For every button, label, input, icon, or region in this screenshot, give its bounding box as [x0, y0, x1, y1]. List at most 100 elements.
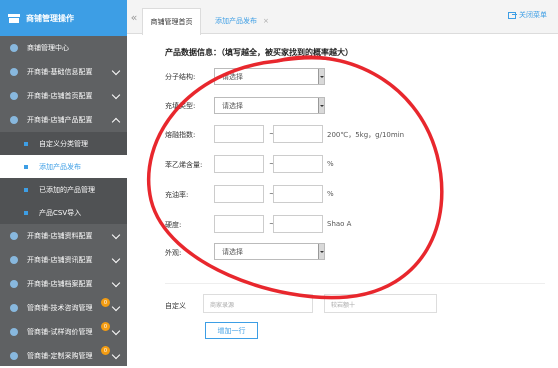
unit-label: Shao A [327, 220, 352, 228]
field-label-appearance: 外观: [165, 249, 182, 257]
add-row-button[interactable]: 增加一行 [205, 322, 258, 339]
sidebar-subitem-label: 已添加的产品管理 [39, 185, 95, 194]
sidebar-item-label: 开商铺-店铺档案配置 [27, 280, 93, 288]
custom-attribute-label: 自定义 [165, 302, 186, 310]
tab-shop-home[interactable]: 商铺管理首页 [142, 8, 201, 35]
chevron-down-icon [111, 350, 121, 360]
sidebar-item-label: 管商铺-试样询价管理 [27, 328, 93, 336]
sidebar-item-label: 商铺管理中心 [27, 44, 69, 52]
sidebar-item-label: 开商铺-店铺资料配置 [27, 232, 93, 240]
sidebar-header: 商铺管理操作 [0, 0, 127, 36]
menu-dot-icon [10, 44, 18, 52]
count-badge: 0 [101, 346, 110, 355]
sidebar-subitem-csv-import[interactable]: 产品CSV导入 [0, 201, 127, 224]
chevron-down-icon [111, 66, 121, 76]
sidebar-subitem-label: 产品CSV导入 [39, 208, 82, 217]
store-icon [8, 13, 20, 23]
chevron-down-icon [111, 302, 121, 312]
hardness-max-input[interactable] [273, 215, 323, 233]
sidebar-item-profile-config[interactable]: 开商铺-店铺资料配置 [0, 224, 127, 248]
sidebar-item-tech-consult[interactable]: 管商铺-技术咨询管理 0 [0, 296, 127, 320]
sidebar-item-label: 开商铺-店铺首页配置 [27, 92, 93, 100]
chevron-down-icon [111, 278, 121, 288]
chevron-down-icon [111, 326, 121, 336]
bullet-icon [24, 141, 28, 146]
bullet-icon [24, 164, 28, 169]
sidebar-title: 商铺管理操作 [26, 13, 74, 23]
custom-value-input[interactable]: 较岩额十 [324, 294, 437, 313]
sidebar-item-archive-config[interactable]: 开商铺-店铺档案配置 [0, 272, 127, 296]
sidebar-item-label: 开商铺-店铺资讯配置 [27, 256, 93, 264]
chevron-down-icon [111, 90, 121, 100]
menu-dot-icon [10, 256, 18, 264]
menu-dot-icon [10, 92, 18, 100]
sidebar-subitem-product-manage[interactable]: 已添加的产品管理 [0, 178, 127, 201]
unit-label: 200℃，5kg，g/10min [327, 131, 405, 139]
tab-add-product[interactable]: 添加产品发布 × [207, 8, 269, 34]
exit-icon [508, 11, 517, 19]
field-label-oil-rate: 充油率: [165, 191, 189, 199]
menu-dot-icon [10, 304, 18, 312]
sidebar-item-product-config[interactable]: 开商铺-店铺产品配置 [0, 108, 127, 132]
select-value: 请选择 [222, 101, 243, 110]
menu-dot-icon [10, 328, 18, 336]
sidebar-item-news-config[interactable]: 开商铺-店铺资讯配置 [0, 248, 127, 272]
dropdown-arrow-icon [318, 244, 324, 259]
count-badge: 0 [101, 298, 110, 307]
select-value: 请选择 [222, 72, 243, 81]
styrene-min-input[interactable] [214, 155, 264, 173]
field-label-hardness: 硬度: [165, 221, 182, 229]
melt-index-min-input[interactable] [214, 125, 264, 143]
divider [165, 283, 545, 284]
tab-label: 添加产品发布 [215, 17, 257, 25]
close-icon[interactable]: × [263, 17, 269, 25]
bullet-icon [24, 187, 28, 192]
field-label-molecular-structure: 分子结构: [165, 73, 196, 81]
sidebar-item-label: 管商铺-定制采购管理 [27, 352, 93, 360]
menu-dot-icon [10, 232, 18, 240]
oil-rate-min-input[interactable] [214, 185, 264, 203]
tab-bar: « 商铺管理首页 添加产品发布 × 关闭菜单 [127, 0, 558, 35]
main-content: 产品数据信息：（填写越全，被买家找到的概率越大） 分子结构: 请选择 充填类型:… [127, 35, 558, 366]
section-title: 产品数据信息：（填写越全，被买家找到的概率越大） [165, 48, 353, 57]
hardness-min-input[interactable] [214, 215, 264, 233]
sidebar-item-sample-inquiry[interactable]: 管商铺-试样询价管理 0 [0, 320, 127, 344]
chevron-down-icon [111, 254, 121, 264]
sidebar-item-label: 开商铺-基础信息配置 [27, 68, 93, 76]
dropdown-arrow-icon [318, 98, 324, 113]
close-menu-button[interactable]: 关闭菜单 [508, 10, 558, 20]
field-label-melt-index: 熔融指数: [165, 131, 196, 139]
menu-dot-icon [10, 352, 18, 360]
sidebar-subitem-custom-category[interactable]: 自定义分类管理 [0, 132, 127, 155]
sidebar-item-label: 管商铺-技术咨询管理 [27, 304, 93, 312]
sidebar-subitem-add-product[interactable]: 添加产品发布 [0, 155, 127, 178]
field-label-styrene-content: 苯乙烯含量: [165, 161, 203, 169]
close-menu-label: 关闭菜单 [519, 11, 547, 19]
menu-dot-icon [10, 280, 18, 288]
tab-label: 商铺管理首页 [150, 18, 193, 26]
appearance-select[interactable]: 请选择 [214, 243, 325, 260]
sidebar-item-custom-purchase[interactable]: 管商铺-定制采购管理 0 [0, 344, 127, 368]
sidebar-subitem-label: 自定义分类管理 [39, 139, 88, 148]
sidebar-item-basic-info[interactable]: 开商铺-基础信息配置 [0, 60, 127, 84]
field-label-filler-type: 充填类型: [165, 102, 196, 110]
custom-name-input[interactable]: 商家录源 [203, 294, 313, 313]
unit-label: % [327, 190, 334, 198]
select-value: 请选择 [222, 247, 243, 256]
styrene-max-input[interactable] [273, 155, 323, 173]
chevron-up-icon [111, 117, 121, 127]
sidebar: 商铺管理操作 商铺管理中心 开商铺-基础信息配置 开商铺-店铺首页配置 开商铺-… [0, 0, 127, 366]
unit-label: % [327, 160, 334, 168]
menu-dot-icon [10, 116, 18, 124]
collapse-sidebar-icon[interactable]: « [127, 0, 141, 34]
melt-index-max-input[interactable] [273, 125, 323, 143]
chevron-down-icon [111, 230, 121, 240]
sidebar-item-shop-center[interactable]: 商铺管理中心 [0, 36, 127, 60]
oil-rate-max-input[interactable] [273, 185, 323, 203]
sidebar-subitem-label: 添加产品发布 [39, 162, 81, 171]
sidebar-item-homepage-config[interactable]: 开商铺-店铺首页配置 [0, 84, 127, 108]
dropdown-arrow-icon [318, 69, 324, 84]
filler-type-select[interactable]: 请选择 [214, 97, 325, 114]
count-badge: 0 [101, 322, 110, 331]
molecular-structure-select[interactable]: 请选择 [214, 68, 325, 85]
